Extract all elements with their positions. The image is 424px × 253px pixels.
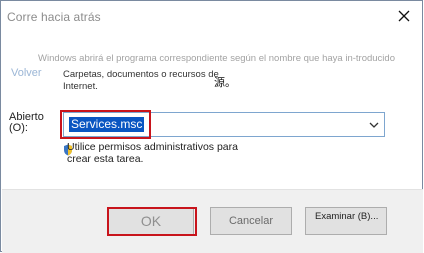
close-icon [398,10,410,22]
open-label: Abierto (O): [9,111,44,134]
stray-glyph: 源。 [214,77,236,89]
browse-button[interactable]: Examinar (B)... [305,207,387,235]
admin-permissions-text: Utilice permisos administrativos para cr… [67,141,238,165]
ok-button[interactable]: OK [108,207,194,235]
dialog-title: Corre hacia atrás [7,10,101,24]
description-ghost-text: Windows abrirá el programa correspondien… [38,53,395,64]
open-combobox[interactable]: Services.msc [63,112,385,137]
run-icon-ghost: Volver [11,67,42,79]
run-dialog: Corre hacia atrás Windows abrirá el prog… [0,0,423,253]
close-button[interactable] [392,5,416,27]
cancel-button[interactable]: Cancelar [210,207,292,235]
open-input-value[interactable]: Services.msc [69,117,145,132]
chevron-down-icon[interactable] [368,119,380,131]
title-bar: Corre hacia atrás [1,1,422,31]
